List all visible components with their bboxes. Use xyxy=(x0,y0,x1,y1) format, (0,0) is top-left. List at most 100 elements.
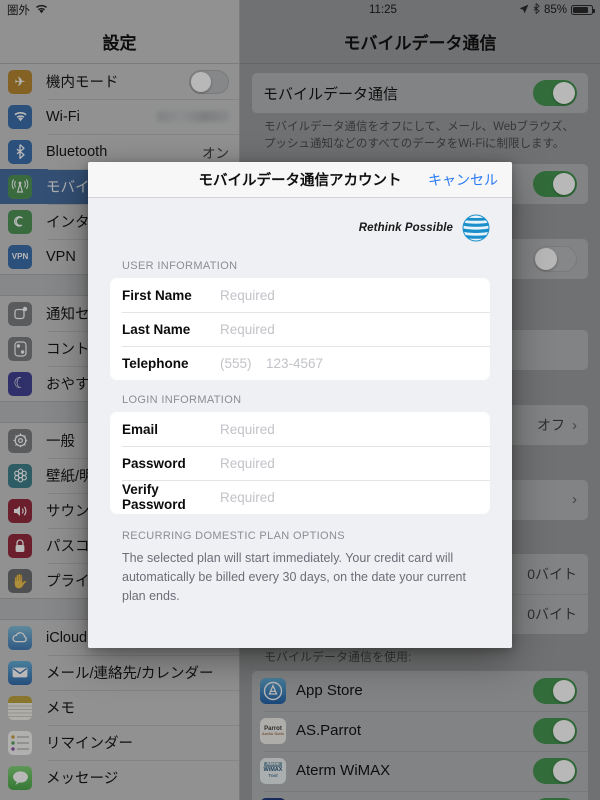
sidebar-item-label: リマインダー xyxy=(46,736,133,752)
last-name-input[interactable]: Required xyxy=(220,322,275,337)
sim-apps-value-group: › xyxy=(572,491,577,508)
tool-label: Tool xyxy=(268,773,278,779)
aterm-wimax-toggle[interactable] xyxy=(533,757,577,784)
notifications-icon xyxy=(8,301,32,326)
roaming-toggle[interactable] xyxy=(533,246,577,273)
sidebar-item-label: メモ xyxy=(46,701,75,717)
app-name: App Store xyxy=(296,682,363,700)
email-input[interactable]: Required xyxy=(220,422,275,437)
app-store-toggle[interactable] xyxy=(533,677,577,704)
login-information-card: Email Required Password Required Verify … xyxy=(110,412,490,514)
verify-password-label: Verify Password xyxy=(122,482,186,512)
passcode-lock-icon xyxy=(8,533,32,558)
password-row[interactable]: Password Required xyxy=(110,446,490,480)
vpn-icon: VPN xyxy=(8,244,32,269)
att-globe-logo xyxy=(462,214,490,242)
wifi-icon xyxy=(35,4,48,17)
user-information-card: First Name Required Last Name Required T… xyxy=(110,278,490,380)
usage-value-2: 0バイト xyxy=(527,605,577,622)
as-parrot-icon: Parrot Audio Suite xyxy=(260,717,286,744)
lte-toggle[interactable] xyxy=(533,171,577,198)
email-label: Email xyxy=(122,421,159,437)
battery-icon xyxy=(571,5,595,15)
aterm-wimax-icon: Aterm WiMAX Tool xyxy=(260,757,286,784)
detail-title: モバイルデータ通信 xyxy=(240,20,600,64)
sidebar-item-reminders[interactable]: リマインダー xyxy=(0,725,239,760)
app-row-ces-mobile[interactable]: CES CES Mobile xyxy=(252,790,588,800)
sidebar-item-label: Wi-Fi xyxy=(46,108,80,125)
wallpaper-icon xyxy=(8,463,32,488)
first-name-input[interactable]: Required xyxy=(220,288,275,303)
chevron-right-icon: › xyxy=(572,491,577,509)
wifi-icon xyxy=(8,104,32,129)
hotspot-icon xyxy=(8,209,32,234)
sidebar-item-label: VPN xyxy=(46,248,76,265)
sidebar-item-messages[interactable]: メッセージ xyxy=(0,760,239,795)
password-input[interactable]: Required xyxy=(220,456,275,471)
last-name-label: Last Name xyxy=(122,321,191,337)
sidebar-item-mail-contacts-calendars[interactable]: メール/連絡先/カレンダー xyxy=(0,655,239,690)
login-information-header: LOGIN INFORMATION xyxy=(122,394,242,406)
cellular-data-label: モバイルデータ通信 xyxy=(263,85,399,103)
att-brand-block: Rethink Possible xyxy=(88,198,512,254)
bluetooth-icon xyxy=(8,139,32,164)
sidebar-item-label: メッセージ xyxy=(46,771,119,787)
location-arrow-icon xyxy=(519,4,529,17)
privacy-hand-icon: ✋ xyxy=(8,568,32,593)
cancel-button[interactable]: キャンセル xyxy=(428,170,498,190)
bluetooth-value: オン xyxy=(202,145,229,161)
sound-icon xyxy=(8,498,32,523)
app-row-as-parrot[interactable]: Parrot Audio Suite AS.Parrot xyxy=(252,710,588,751)
app-row-aterm-wimax[interactable]: Aterm WiMAX Tool Aterm WiMAX xyxy=(252,750,588,791)
verify-password-input[interactable]: Required xyxy=(220,490,275,505)
verify-password-row[interactable]: Verify Password Required xyxy=(110,480,490,514)
cellular-icon xyxy=(8,174,32,199)
statusbar-carrier-group: 圏外 xyxy=(7,2,48,18)
telephone-area-code-input[interactable]: (555) xyxy=(220,356,266,371)
password-label: Password xyxy=(122,455,186,471)
battery-percent-label: 85% xyxy=(543,4,567,16)
telephone-row[interactable]: Telephone (555) 123-4567 xyxy=(110,346,490,380)
sidebar-item-label: 機内モード xyxy=(46,75,119,91)
airplane-icon: ✈ xyxy=(8,69,32,94)
sim-pin-value: オフ xyxy=(537,417,565,434)
brand-tagline: Rethink Possible xyxy=(358,222,453,234)
statusbar-right: 11:25 85% xyxy=(240,0,600,20)
telephone-number-input[interactable]: 123-4567 xyxy=(266,356,323,371)
sidebar-item-label: メール/連絡先/カレンダー xyxy=(46,666,214,682)
cellular-account-modal[interactable]: モバイルデータ通信アカウント キャンセル Rethink Possible US… xyxy=(88,162,512,648)
wifi-network-value-redacted xyxy=(157,111,229,122)
first-name-row[interactable]: First Name Required xyxy=(110,278,490,312)
sim-pin-value-group: オフ › xyxy=(537,415,577,435)
app-store-icon xyxy=(260,677,286,704)
cellular-data-card: モバイルデータ通信 xyxy=(252,73,588,113)
ipad-settings-screen: 圏外 設定 ✈ 機内モード Wi-Fi Bluetooth オン VPN VPN… xyxy=(0,0,600,800)
user-information-header: USER INFORMATION xyxy=(122,260,238,272)
as-parrot-icon-sublabel: Audio Suite xyxy=(261,730,285,736)
statusbar-left: 圏外 xyxy=(0,0,239,20)
email-row[interactable]: Email Required xyxy=(110,412,490,446)
statusbar-clock: 11:25 xyxy=(369,4,397,16)
telephone-label: Telephone xyxy=(122,355,189,371)
sidebar-item-airplane-mode[interactable]: ✈ 機内モード xyxy=(0,64,239,99)
airplane-mode-toggle[interactable] xyxy=(189,69,229,94)
cellular-data-row[interactable]: モバイルデータ通信 xyxy=(252,73,588,113)
cellular-data-toggle[interactable] xyxy=(533,80,577,106)
vpn-icon-label: VPN xyxy=(11,251,29,261)
as-parrot-toggle[interactable] xyxy=(533,717,577,744)
icloud-icon xyxy=(8,625,32,650)
reminders-icon xyxy=(8,730,32,755)
statusbar-indicators: 85% xyxy=(519,3,595,17)
last-name-row[interactable]: Last Name Required xyxy=(110,312,490,346)
app-name: AS.Parrot xyxy=(296,722,362,740)
sidebar-item-notes[interactable]: メモ xyxy=(0,690,239,725)
app-name: Aterm WiMAX xyxy=(296,762,391,780)
sidebar-item-wifi[interactable]: Wi-Fi xyxy=(0,99,239,134)
modal-titlebar: モバイルデータ通信アカウント キャンセル xyxy=(88,162,512,198)
do-not-disturb-icon: ☾ xyxy=(8,371,32,396)
app-row-app-store[interactable]: App Store xyxy=(252,671,588,711)
plan-options-note: The selected plan will start immediately… xyxy=(122,551,466,603)
bluetooth-icon xyxy=(533,3,540,17)
modal-body[interactable]: Rethink Possible USER INFORMATION First … xyxy=(88,198,512,648)
general-gear-icon xyxy=(8,428,32,453)
